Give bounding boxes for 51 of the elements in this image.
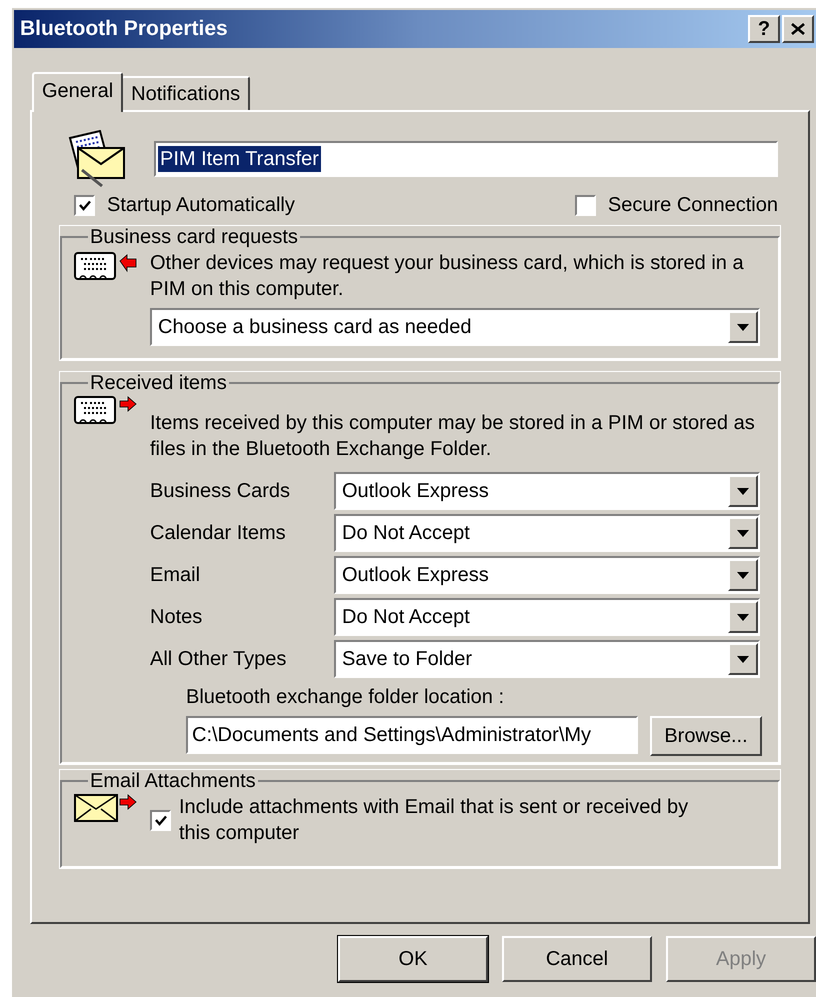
dropdown-arrow-button[interactable] [728, 559, 758, 591]
dropdown[interactable]: Save to Folder [334, 640, 760, 678]
tab[interactable]: General [32, 72, 124, 112]
caret-down-icon [737, 656, 749, 662]
item-type-label: Business Cards [150, 479, 292, 504]
item-type-label: Email [150, 563, 202, 588]
dropdown[interactable]: Do Not Accept [334, 514, 760, 552]
tab[interactable]: Notifications [121, 76, 250, 110]
dialog-button[interactable]: Cancel [502, 936, 652, 982]
item-type-label: All Other Types [150, 647, 288, 672]
close-button[interactable] [782, 15, 814, 43]
description-text: Other devices may request your business card, which is stored in a PIM on this computer. [150, 251, 745, 302]
dropdown[interactable]: Do Not Accept [334, 598, 760, 636]
checkbox[interactable] [574, 194, 596, 216]
dropdown[interactable]: Outlook Express [334, 556, 760, 594]
folder-path-field[interactable]: C:\Documents and Settings\Administrator\My [186, 716, 638, 754]
help-button[interactable]: ? [748, 15, 780, 43]
caret-down-icon [737, 614, 749, 620]
item-type-label: Calendar Items [150, 521, 287, 546]
caret-down-icon [737, 530, 749, 536]
option-label: Secure Connection [608, 193, 778, 218]
checkbox[interactable] [74, 194, 95, 216]
browse-button[interactable]: Browse... [650, 716, 762, 756]
caret-down-icon [737, 324, 749, 330]
checkbox[interactable] [150, 810, 171, 830]
checkmark-icon [78, 200, 90, 210]
caret-down-icon [737, 488, 749, 494]
group-title: Email Attachments [89, 770, 257, 792]
description-text: Items received by this computer may be stored in a PIM or stored as files in the Bluetooth Exchange Folder. [150, 411, 756, 462]
dropdown-arrow-button[interactable] [728, 311, 758, 343]
dropdown[interactable]: Outlook Express [334, 472, 760, 510]
dropdown-arrow-button[interactable] [728, 475, 758, 507]
dropdown[interactable]: Choose a business card as needed [150, 308, 760, 346]
card-arrow-icon [74, 394, 138, 426]
card-arrow-icon [74, 250, 138, 282]
dialog-button[interactable]: OK [338, 936, 488, 982]
close-icon [791, 23, 805, 35]
item-type-label: Notes [150, 605, 204, 630]
service-name-field[interactable]: PIM Item Transfer [154, 141, 778, 177]
window-title: Bluetooth Properties [20, 16, 229, 42]
dropdown-arrow-button[interactable] [728, 601, 758, 633]
group-title: Business card requests [89, 226, 299, 248]
envelope-arrow-icon [74, 792, 138, 822]
checkmark-icon [154, 814, 166, 826]
option-label: Startup Automatically [107, 193, 295, 218]
caret-down-icon [737, 572, 749, 578]
option-label: Include attachments with Email that is sent or received by this computer [179, 795, 690, 846]
dropdown-arrow-button[interactable] [728, 517, 758, 549]
dropdown-arrow-button[interactable] [728, 643, 758, 675]
folder-location-label: Bluetooth exchange folder location : [186, 686, 504, 708]
group-title: Received items [89, 372, 228, 394]
